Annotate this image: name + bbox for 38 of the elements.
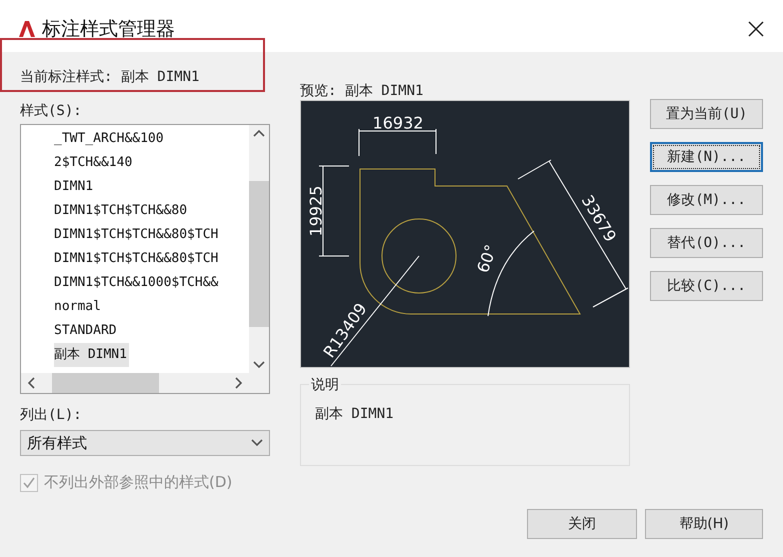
scroll-left-icon[interactable] (27, 377, 35, 389)
scroll-up-icon[interactable] (253, 129, 265, 137)
scroll-right-icon[interactable] (235, 377, 243, 389)
dimension-text: 16932 (372, 113, 424, 132)
action-button[interactable]: 新建(N)... (650, 142, 763, 172)
window-title: 标注样式管理器 (42, 17, 176, 42)
dimension-text: 60° (473, 242, 501, 276)
preview-label: 预览: 副本 DIMN1 (300, 83, 424, 99)
vertical-scrollbar[interactable] (249, 125, 269, 373)
style-item[interactable]: 副本 DIMN1 (54, 343, 129, 367)
close-icon[interactable] (748, 21, 764, 37)
dropdown-caret-icon[interactable] (251, 439, 263, 447)
description-text: 副本 DIMN1 (315, 406, 394, 422)
description-legend: 说明 (309, 376, 341, 394)
horizontal-scrollbar[interactable] (21, 373, 249, 393)
close-dialog-button[interactable]: 关闭 (527, 509, 637, 539)
exclude-xref-label: 不列出外部参照中的样式(D) (44, 473, 232, 492)
scroll-down-icon[interactable] (253, 361, 265, 369)
style-item[interactable]: STANDARD (54, 319, 119, 343)
style-item[interactable]: _TWT_ARCH&&100 (54, 127, 166, 151)
action-button[interactable]: 修改(M)... (650, 185, 763, 215)
styles-label: 样式(S): (20, 102, 83, 120)
style-item[interactable]: DIMN1$TCH$TCH&&80$TCH (54, 247, 220, 271)
help-button[interactable]: 帮助(H) (645, 509, 763, 539)
list-filter-dropdown[interactable]: 所有样式 (20, 430, 270, 456)
style-item[interactable]: DIMN1$TCH$TCH&&80$TCH (54, 223, 220, 247)
app-logo-icon (18, 20, 36, 38)
action-button[interactable]: 比较(C)... (650, 271, 763, 301)
current-style-label: 当前标注样式: 副本 DIMN1 (20, 69, 200, 85)
style-item[interactable]: DIMN1 (54, 175, 96, 199)
style-item[interactable]: 2$TCH&&140 (54, 151, 134, 175)
list-filter-label: 列出(L): (20, 406, 83, 424)
style-item[interactable]: normal (54, 295, 103, 319)
dimension-text: 19925 (306, 186, 326, 236)
style-item[interactable]: DIMN1$TCH&&1000$TCH&& (54, 271, 220, 295)
action-button[interactable]: 替代(O)... (650, 228, 763, 258)
style-item[interactable]: DIMN1$TCH$TCH&&80 (54, 199, 190, 223)
action-button[interactable]: 置为当前(U) (650, 99, 763, 129)
